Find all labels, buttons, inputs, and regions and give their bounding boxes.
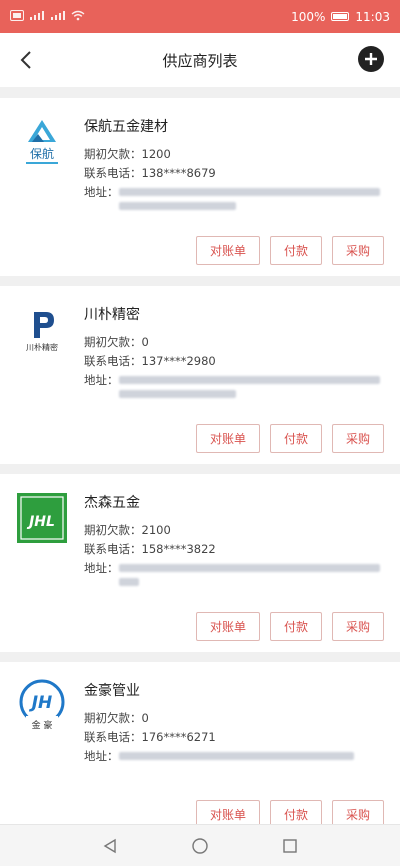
opening-debt-row: 期初欠款：1200 <box>84 145 380 164</box>
system-nav-bar <box>0 824 400 866</box>
opening-debt-row: 期初欠款：2100 <box>84 521 380 540</box>
phone-row: 联系电话：137****2980 <box>84 352 380 371</box>
nav-back-button[interactable] <box>100 836 120 856</box>
address-redacted <box>118 371 380 398</box>
payment-button[interactable]: 付款 <box>270 612 322 641</box>
supplier-logo: 川朴精密 <box>14 302 70 358</box>
address-label: 地址： <box>84 373 119 387</box>
phone-row: 联系电话：176****6271 <box>84 728 380 747</box>
statement-button[interactable]: 对账单 <box>196 236 260 265</box>
supplier-logo: JH 金 豪 <box>14 678 70 734</box>
address-row: 地址： <box>84 183 380 210</box>
signal-icon <box>50 10 66 24</box>
statement-button[interactable]: 对账单 <box>196 424 260 453</box>
letter-p-logo-icon: 川朴精密 <box>26 312 58 352</box>
phone-value: 158****3822 <box>141 542 216 556</box>
opening-debt-label: 期初欠款： <box>84 523 142 537</box>
purchase-button[interactable]: 采购 <box>332 612 384 641</box>
circle-home-icon <box>192 837 208 854</box>
green-square-logo-icon: JHL <box>17 493 67 543</box>
status-icons <box>10 9 85 24</box>
supplier-card[interactable]: JH 金 豪 金豪管业 期初欠款：0 联系电话：176****6271 地址： … <box>0 662 400 840</box>
address-redacted <box>118 559 380 586</box>
triangle-back-icon <box>103 838 116 853</box>
address-label: 地址： <box>84 561 119 575</box>
phone-value: 176****6271 <box>141 730 216 744</box>
logo-text: JHL <box>26 514 55 530</box>
purchase-button[interactable]: 采购 <box>332 424 384 453</box>
address-label: 地址： <box>84 749 119 763</box>
card-actions: 对账单 付款 采购 <box>196 612 384 641</box>
circle-logo-icon: JH 金 豪 <box>19 679 65 731</box>
address-redacted <box>118 747 381 766</box>
opening-debt-value: 1200 <box>141 147 171 161</box>
address-row: 地址： <box>84 559 380 586</box>
purchase-button[interactable]: 采购 <box>332 236 384 265</box>
supplier-logo: JHL <box>14 490 70 546</box>
card-actions: 对账单 付款 采购 <box>196 424 384 453</box>
logo-text: 川朴精密 <box>26 342 58 352</box>
wifi-icon <box>71 10 85 24</box>
opening-debt-label: 期初欠款： <box>84 711 142 725</box>
supplier-card[interactable]: 保航 保航五金建材 期初欠款：1200 联系电话：138****8679 地址：… <box>0 98 400 276</box>
phone-label: 联系电话： <box>84 354 142 368</box>
supplier-name: 金豪管业 <box>84 683 140 699</box>
opening-debt-row: 期初欠款：0 <box>84 709 380 728</box>
status-time: 11:03 <box>355 9 390 24</box>
phone-label: 联系电话： <box>84 730 142 744</box>
phone-value: 138****8679 <box>141 166 216 180</box>
page-title: 供应商列表 <box>162 51 238 70</box>
add-supplier-button[interactable] <box>358 46 384 72</box>
opening-debt-label: 期初欠款： <box>84 147 142 161</box>
phone-row: 联系电话：158****3822 <box>84 540 380 559</box>
card-actions: 对账单 付款 采购 <box>196 236 384 265</box>
opening-debt-label: 期初欠款： <box>84 335 142 349</box>
logo-text: JH <box>29 693 53 713</box>
plus-icon <box>365 53 377 65</box>
supplier-name: 川朴精密 <box>84 307 140 323</box>
battery-level: 100% <box>291 9 326 24</box>
triangle-logo-icon: 保航 <box>26 120 58 164</box>
address-row: 地址： <box>84 371 380 398</box>
supplier-info: 保航五金建材 期初欠款：1200 联系电话：138****8679 地址： <box>84 116 380 210</box>
battery-icon <box>331 12 350 21</box>
phone-value: 137****2980 <box>141 354 216 368</box>
payment-button[interactable]: 付款 <box>270 424 322 453</box>
nav-home-button[interactable] <box>190 836 210 856</box>
address-row: 地址： <box>84 747 380 766</box>
payment-button[interactable]: 付款 <box>270 236 322 265</box>
phone-label: 联系电话： <box>84 166 142 180</box>
supplier-name: 杰森五金 <box>84 495 140 511</box>
supplier-card[interactable]: JHL 杰森五金 期初欠款：2100 联系电话：158****3822 地址： … <box>0 474 400 652</box>
address-redacted <box>118 183 380 210</box>
phone-label: 联系电话： <box>84 542 142 556</box>
nav-bar: 供应商列表 <box>0 33 400 87</box>
supplier-logo: 保航 <box>14 114 70 170</box>
supplier-card[interactable]: 川朴精密 川朴精密 期初欠款：0 联系电话：137****2980 地址： 对账… <box>0 286 400 464</box>
square-recents-icon <box>283 838 297 853</box>
phone-row: 联系电话：138****8679 <box>84 164 380 183</box>
signal-icon <box>29 10 45 24</box>
status-right: 100% 11:03 <box>291 10 390 24</box>
chevron-left-icon <box>20 51 31 69</box>
supplier-info: 杰森五金 期初欠款：2100 联系电话：158****3822 地址： <box>84 492 380 586</box>
nav-recents-button[interactable] <box>280 836 300 856</box>
address-label: 地址： <box>84 185 119 199</box>
logo-text: 保航 <box>30 146 54 161</box>
statement-button[interactable]: 对账单 <box>196 612 260 641</box>
opening-debt-value: 2100 <box>141 523 171 537</box>
opening-debt-row: 期初欠款：0 <box>84 333 380 352</box>
opening-debt-value: 0 <box>141 711 149 725</box>
status-bar: 100% 11:03 <box>0 0 400 33</box>
back-button[interactable] <box>12 46 40 74</box>
supplier-info: 川朴精密 期初欠款：0 联系电话：137****2980 地址： <box>84 304 380 398</box>
supplier-info: 金豪管业 期初欠款：0 联系电话：176****6271 地址： <box>84 680 380 766</box>
supplier-name: 保航五金建材 <box>84 119 168 135</box>
opening-debt-value: 0 <box>141 335 149 349</box>
sim-icon <box>10 9 24 24</box>
logo-subtext: 金 豪 <box>32 719 53 731</box>
